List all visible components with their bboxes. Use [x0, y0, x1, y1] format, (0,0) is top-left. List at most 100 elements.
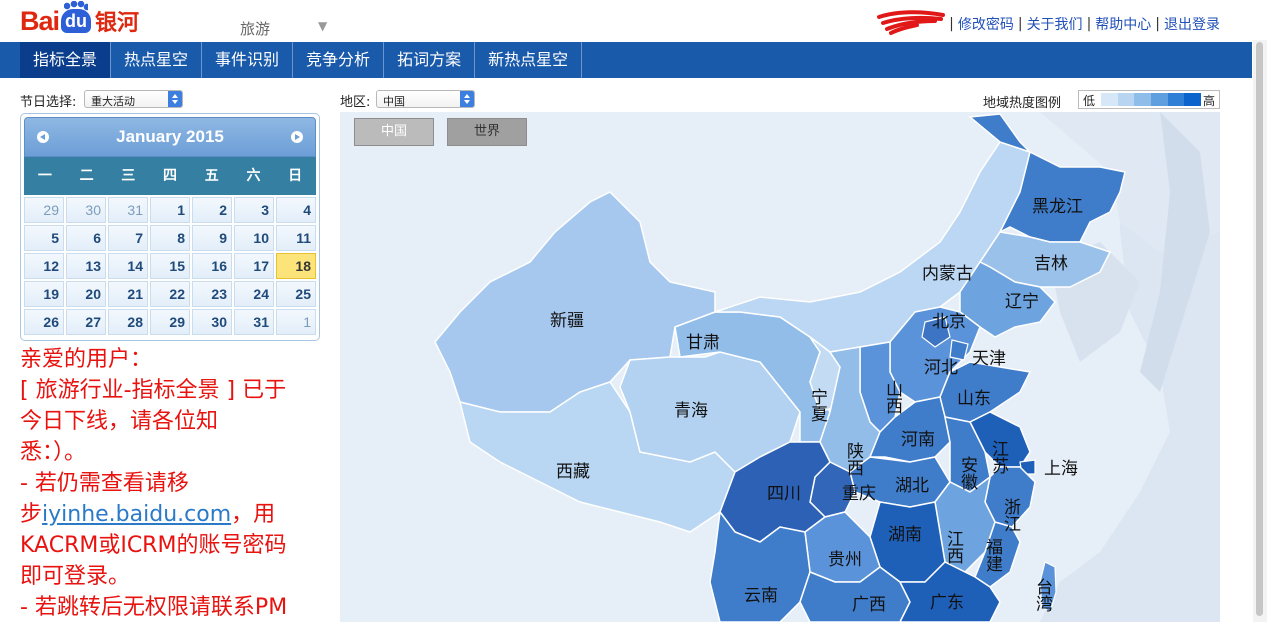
- label-hubei: 湖北: [895, 476, 929, 496]
- page-scrollbar[interactable]: [1253, 40, 1267, 622]
- baidu-logo[interactable]: Bai du 银河: [20, 1, 139, 39]
- heat-legend: 低 高: [1078, 90, 1220, 109]
- label-shandong: 山东: [957, 389, 991, 409]
- label-shaanxi: 陕西: [843, 442, 863, 476]
- tab-competition-analysis[interactable]: 竞争分析: [293, 42, 385, 78]
- calendar: January 2015 一 二 三 四 五 六 日 29 30 31 1 2 3 4 5 6 7…: [20, 113, 320, 341]
- legend-high: 高: [1202, 94, 1215, 108]
- calendar-day[interactable]: 28: [108, 309, 148, 335]
- weekday-label: 二: [79, 168, 94, 184]
- industry-select[interactable]: 旅游 ▼: [238, 16, 338, 38]
- label-shanghai: 上海: [1044, 459, 1078, 479]
- calendar-day[interactable]: 24: [234, 281, 274, 307]
- region-select-value: 中国: [383, 95, 405, 108]
- label-henan: 河南: [901, 430, 935, 450]
- calendar-grid: 29 30 31 1 2 3 4 5 6 7 8 9 10 11 12 13 14 15 16 17 18 19 20 21 2…: [24, 195, 316, 335]
- calendar-day[interactable]: 31: [234, 309, 274, 335]
- label-guangdong: 广东: [930, 593, 964, 613]
- region-select[interactable]: 中国: [376, 90, 475, 108]
- calendar-day[interactable]: 5: [24, 225, 64, 251]
- calendar-day[interactable]: 1: [150, 197, 190, 223]
- weekday-label: 五: [204, 168, 219, 184]
- label-inner-mongolia: 内蒙古: [922, 264, 973, 284]
- calendar-day[interactable]: 18: [276, 253, 316, 279]
- calendar-day[interactable]: 29: [150, 309, 190, 335]
- calendar-day[interactable]: 12: [24, 253, 64, 279]
- calendar-day[interactable]: 9: [192, 225, 232, 251]
- calendar-day[interactable]: 27: [66, 309, 106, 335]
- logout-link[interactable]: 退出登录: [1164, 14, 1220, 34]
- festival-select[interactable]: 重大活动: [84, 90, 183, 108]
- calendar-day[interactable]: 29: [24, 197, 64, 223]
- calendar-day[interactable]: 17: [234, 253, 274, 279]
- calendar-day[interactable]: 15: [150, 253, 190, 279]
- calendar-day[interactable]: 8: [150, 225, 190, 251]
- calendar-day[interactable]: 16: [192, 253, 232, 279]
- link-separator: |: [1017, 16, 1023, 32]
- tab-hot-starry-sky[interactable]: 热点星空: [111, 42, 203, 78]
- notice-link-suffix: ，用: [231, 502, 276, 527]
- legend-swatch: [1117, 93, 1135, 106]
- calendar-day[interactable]: 20: [66, 281, 106, 307]
- calendar-day[interactable]: 30: [192, 309, 232, 335]
- calendar-day[interactable]: 3: [234, 197, 274, 223]
- calendar-day[interactable]: 31: [108, 197, 148, 223]
- calendar-day[interactable]: 22: [150, 281, 190, 307]
- province-tianjin[interactable]: [949, 339, 969, 361]
- calendar-day[interactable]: 7: [108, 225, 148, 251]
- label-hebei: 河北: [924, 358, 958, 378]
- label-beijing: 北京: [932, 312, 966, 332]
- label-anhui: 安徽: [957, 456, 978, 490]
- change-password-link[interactable]: 修改密码: [958, 14, 1014, 34]
- chevron-down-icon: ▼: [318, 19, 328, 33]
- tab-new-hot-starry-sky[interactable]: 新热点星空: [475, 42, 583, 78]
- about-us-link[interactable]: 关于我们: [1027, 14, 1083, 34]
- select-arrows-icon: [168, 91, 182, 107]
- next-month-icon[interactable]: [291, 131, 303, 143]
- legend-low: 低: [1083, 94, 1096, 108]
- calendar-day[interactable]: 21: [108, 281, 148, 307]
- tab-keyword-expansion[interactable]: 拓词方案: [384, 42, 476, 78]
- logo-du-paw: du: [61, 1, 92, 33]
- notice-line: 悉：）。: [20, 440, 87, 465]
- calendar-day[interactable]: 19: [24, 281, 64, 307]
- calendar-day[interactable]: 4: [276, 197, 316, 223]
- legend-swatch: [1134, 93, 1152, 106]
- label-liaoning: 辽宁: [1005, 292, 1039, 312]
- iyinhe-link[interactable]: iyinhe.baidu.com: [42, 502, 231, 527]
- help-center-link[interactable]: 帮助中心: [1095, 14, 1151, 34]
- calendar-day[interactable]: 10: [234, 225, 274, 251]
- calendar-day[interactable]: 11: [276, 225, 316, 251]
- scope-china-button[interactable]: 中国: [354, 118, 434, 146]
- notice-line: 今日下线，请各位知: [20, 409, 219, 434]
- calendar-day[interactable]: 13: [66, 253, 106, 279]
- calendar-day[interactable]: 25: [276, 281, 316, 307]
- label-jilin: 吉林: [1034, 254, 1068, 274]
- calendar-day[interactable]: 1: [276, 309, 316, 335]
- calendar-day[interactable]: 14: [108, 253, 148, 279]
- calendar-day[interactable]: 6: [66, 225, 106, 251]
- label-chongqing: 重庆: [842, 484, 876, 504]
- calendar-weekdays: 一 二 三 四 五 六 日: [24, 157, 316, 195]
- scrollbar-thumb[interactable]: [1256, 42, 1263, 616]
- calendar-month-title: January 2015: [116, 127, 224, 146]
- calendar-day[interactable]: 26: [24, 309, 64, 335]
- calendar-day[interactable]: 30: [66, 197, 106, 223]
- legend-swatch: [1167, 93, 1185, 106]
- calendar-day[interactable]: 2: [192, 197, 232, 223]
- link-separator: |: [1086, 16, 1092, 32]
- header: Bai du 银河 旅游 ▼ | 修改密码 | 关于我们 | 帮助中心 | 退出登录: [0, 0, 1267, 42]
- tab-indicator-overview[interactable]: 指标全景: [20, 42, 112, 78]
- label-shanxi: 山西: [882, 380, 902, 414]
- label-tianjin: 天津: [972, 349, 1006, 369]
- legend-gradient: [1101, 93, 1202, 106]
- label-sichuan: 四川: [767, 484, 801, 504]
- tab-event-recognition[interactable]: 事件识别: [202, 42, 294, 78]
- notice-line: 即可登录。: [20, 564, 131, 589]
- label-xinjiang: 新疆: [550, 311, 584, 331]
- calendar-day[interactable]: 23: [192, 281, 232, 307]
- scope-world-button[interactable]: 世界: [447, 118, 527, 146]
- label-jiangxi: 江西: [943, 530, 964, 564]
- weekday-label: 四: [163, 168, 178, 184]
- select-arrows-icon: [460, 91, 474, 107]
